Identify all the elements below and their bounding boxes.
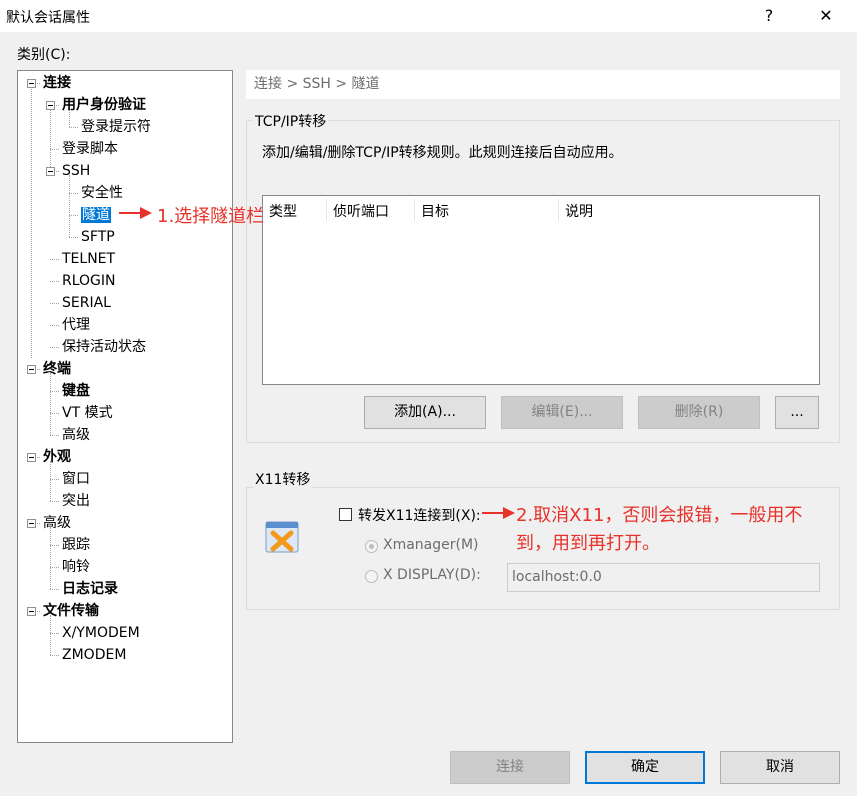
tree-item-label: 连接 [43,75,71,91]
connect-button[interactable]: 连接 [450,751,570,784]
tree-expand-toggle[interactable] [46,101,55,110]
category-label: 类别(C): [17,47,71,63]
tree-item[interactable]: 响铃 [62,557,90,577]
tree-item-label: 外观 [43,449,71,465]
forward-x11-label[interactable]: 转发X11连接到(X): [358,505,481,525]
tree-item-label: 键盘 [62,383,90,399]
x11-group-title: X11转移 [253,469,313,489]
column-header-type[interactable]: 类型 [269,202,297,222]
tree-item[interactable]: 安全性 [81,183,123,203]
tree-item[interactable]: 代理 [62,315,90,335]
tree-item[interactable]: 突出 [62,491,90,511]
annotation-note-1: 1.选择隧道栏 [157,206,265,227]
forward-x11-checkbox[interactable] [339,508,352,521]
tree-item-label: 文件传输 [43,603,99,619]
xmanager-radio-label: Xmanager(M) [383,537,479,553]
tree-item[interactable]: 用户身份验证 [62,95,146,115]
tree-item-label: SERIAL [62,295,111,311]
annotation-note-2-line-1: 2.取消X11，否则会报错，一般用不 [516,505,803,526]
tree-item-label: RLOGIN [62,273,116,289]
tree-item[interactable]: 日志记录 [62,579,118,599]
tree-item-label: SFTP [81,229,115,245]
tree-item-label: X/YMODEM [62,625,140,641]
tree-expand-toggle[interactable] [27,79,36,88]
tree-expand-toggle[interactable] [27,519,36,528]
tree-item[interactable]: 键盘 [62,381,90,401]
tree-expand-toggle[interactable] [46,167,55,176]
close-button[interactable]: ✕ [806,0,846,32]
column-header-description[interactable]: 说明 [565,202,593,222]
tree-item[interactable]: 外观 [43,447,71,467]
tree-item[interactable]: SFTP [81,227,115,247]
tree-item[interactable]: ZMODEM [62,645,126,665]
tree-item-label: 终端 [43,361,71,377]
tree-item-label: 登录提示符 [81,119,151,135]
tree-item-label: 响铃 [62,559,90,575]
tree-item[interactable]: 文件传输 [43,601,99,621]
tree-item[interactable]: VT 模式 [62,403,113,423]
tree-item-label: 高级 [62,427,90,443]
annotation-arrow-1 [118,205,154,225]
column-header-listen-port[interactable]: 侦听端口 [333,202,389,222]
xmanager-radio[interactable] [365,540,378,553]
annotation-note-2-line-2: 到，用到再打开。 [516,533,660,554]
annotation-arrow-2 [481,505,517,525]
window-title: 默认会话属性 [6,10,90,26]
tree-item[interactable]: SERIAL [62,293,111,313]
tree-item-label: 隧道 [81,207,111,223]
tree-item-label: 跟踪 [62,537,90,553]
tree-item-label: VT 模式 [62,405,113,421]
tree-item[interactable]: 连接 [43,73,71,93]
title-bar: 默认会话属性 ? ✕ [0,0,857,32]
add-button[interactable]: 添加(A)... [364,396,486,429]
tcp-description: 添加/编辑/删除TCP/IP转移规则。此规则连接后自动应用。 [262,145,623,161]
tree-item-label: SSH [62,163,91,179]
tree-item[interactable]: 登录脚本 [62,139,118,159]
tree-item-label: 安全性 [81,185,123,201]
tree-item[interactable]: X/YMODEM [62,623,140,643]
tree-item-label: 突出 [62,493,90,509]
forwarding-rules-list[interactable]: 类型 侦听端口 目标 说明 [262,195,820,385]
tcp-group-title: TCP/IP转移 [253,111,329,131]
tree-item-label: 保持活动状态 [62,339,146,355]
tree-item-label: 日志记录 [62,581,118,597]
xdisplay-input[interactable]: localhost:0.0 [507,563,820,592]
tree-expand-toggle[interactable] [27,453,36,462]
tree-item[interactable]: 高级 [43,513,71,533]
edit-button[interactable]: 编辑(E)... [501,396,623,429]
tree-item[interactable]: SSH [62,161,90,181]
tree-item-label: 高级 [43,515,71,531]
help-button[interactable]: ? [749,0,789,32]
more-button[interactable]: ... [775,396,819,429]
tree-item[interactable]: 高级 [62,425,90,445]
breadcrumb: 连接 > SSH > 隧道 [246,70,840,99]
xdisplay-radio[interactable] [365,570,378,583]
tree-item[interactable]: TELNET [62,249,115,269]
tree-item[interactable]: 保持活动状态 [62,337,146,357]
delete-button[interactable]: 删除(R) [638,396,760,429]
tree-item-label: ZMODEM [62,647,127,663]
column-header-target[interactable]: 目标 [421,202,449,222]
ok-button[interactable]: 确定 [585,751,705,784]
tree-item-label: 代理 [62,317,90,333]
tree-item-label: 登录脚本 [62,141,118,157]
tree-item-label: 窗口 [62,471,90,487]
tree-item-label: 用户身份验证 [62,97,146,113]
tree-item-label: TELNET [62,251,116,267]
tree-item[interactable]: 登录提示符 [81,117,151,137]
xmanager-icon [263,519,301,557]
tree-item[interactable]: 跟踪 [62,535,90,555]
tree-item[interactable]: 窗口 [62,469,90,489]
xdisplay-radio-label: X DISPLAY(D): [383,567,481,583]
tree-item[interactable]: 隧道 [81,205,111,225]
category-tree[interactable]: 连接用户身份验证登录提示符登录脚本 SSH 安全性隧道 SFTP TELNET RLOGI… [17,70,233,743]
tree-item[interactable]: RLOGIN [62,271,116,291]
cancel-button[interactable]: 取消 [720,751,840,784]
tree-expand-toggle[interactable] [27,607,36,616]
tree-expand-toggle[interactable] [27,365,36,374]
tree-item[interactable]: 终端 [43,359,71,379]
